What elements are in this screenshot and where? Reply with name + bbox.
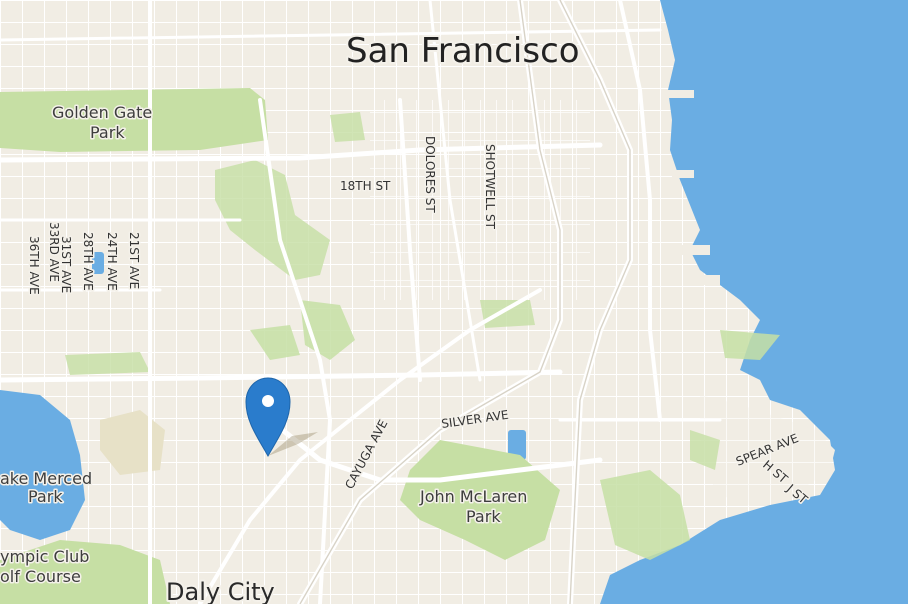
label-24th-ave: 24TH AVE [105,232,119,291]
label-33rd-ave: 33RD AVE [47,222,61,282]
label-san-francisco: San Francisco [346,31,580,71]
label-lake-merced: ake Merced [0,469,92,488]
label-shotwell-st: SHOTWELL ST [483,144,497,230]
label-john-mclaren: John McLaren [419,487,527,506]
map-svg[interactable]: San Francisco Golden Gate Park 18TH ST D… [0,0,908,604]
label-21st-ave: 21ST AVE [127,232,141,289]
label-olympic-club-2: olf Course [0,567,81,586]
label-olympic-club: ympic Club [0,547,89,566]
label-36th-ave: 36TH AVE [27,236,41,295]
label-dolores-st: DOLORES ST [423,136,437,213]
label-lake-merced-2: Park [28,487,63,506]
pin-dot [262,395,274,407]
label-daly-city: Daly City [166,578,275,604]
label-18th-st: 18TH ST [340,179,391,193]
map-canvas[interactable]: San Francisco Golden Gate Park 18TH ST D… [0,0,908,604]
label-28th-ave: 28TH AVE [81,232,95,291]
label-golden-gate-park: Golden Gate [52,103,152,122]
label-john-mclaren-2: Park [466,507,501,526]
label-golden-gate-park-2: Park [90,123,125,142]
